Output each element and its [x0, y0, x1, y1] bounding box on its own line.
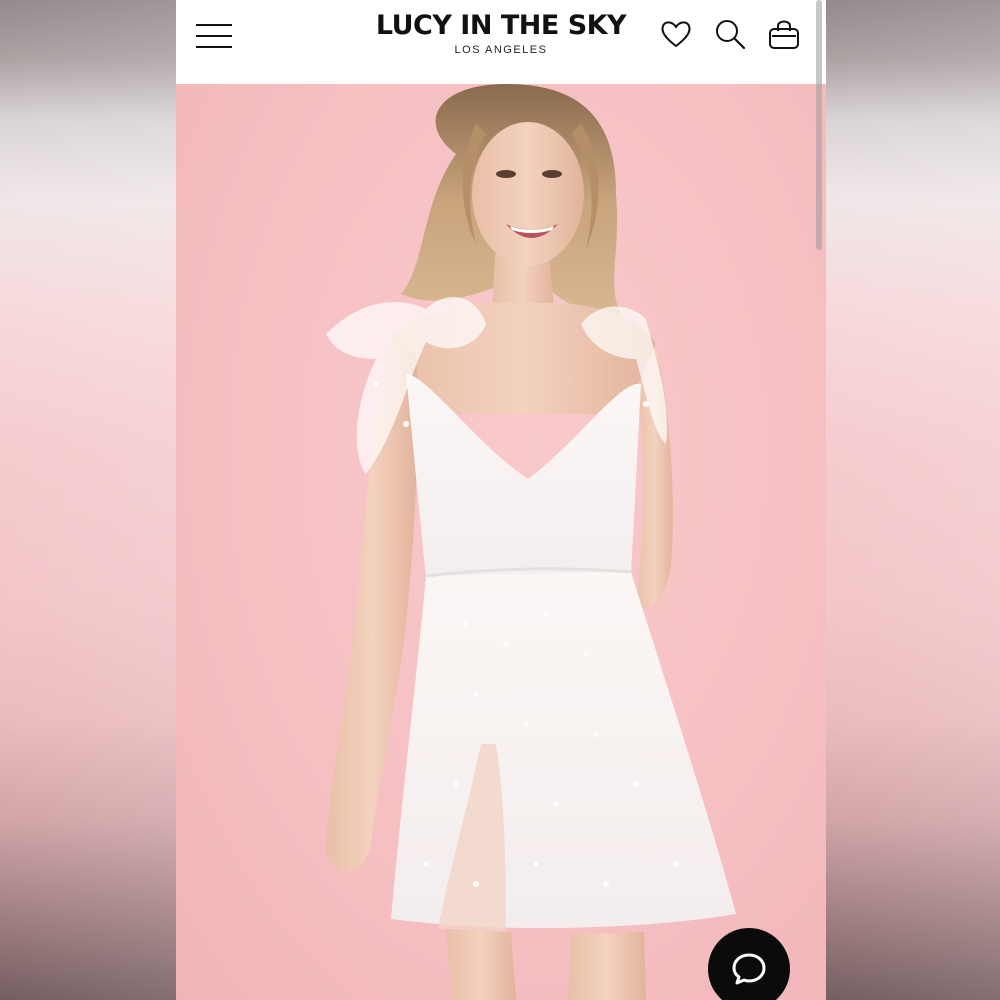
chat-bubble-icon[interactable] [708, 928, 790, 1000]
scrollbar[interactable] [816, 0, 822, 250]
mobile-page: LUCY IN THE SKY LOS ANGELES [176, 0, 826, 1000]
brand-logo[interactable]: LUCY IN THE SKY LOS ANGELES [366, 10, 636, 56]
blurred-background-right [826, 0, 1000, 1000]
brand-location: LOS ANGELES [454, 44, 548, 56]
brand-name: LUCY IN THE SKY [375, 10, 627, 41]
site-header: LUCY IN THE SKY LOS ANGELES [176, 0, 826, 84]
blurred-background-left [0, 0, 176, 1000]
hamburger-menu-icon[interactable] [196, 24, 232, 48]
model-in-white-dress-illustration [326, 84, 736, 1000]
hero-product-image [176, 84, 826, 1000]
heart-icon[interactable] [658, 16, 694, 52]
search-icon[interactable] [712, 16, 748, 52]
shopping-bag-icon[interactable] [766, 16, 802, 52]
